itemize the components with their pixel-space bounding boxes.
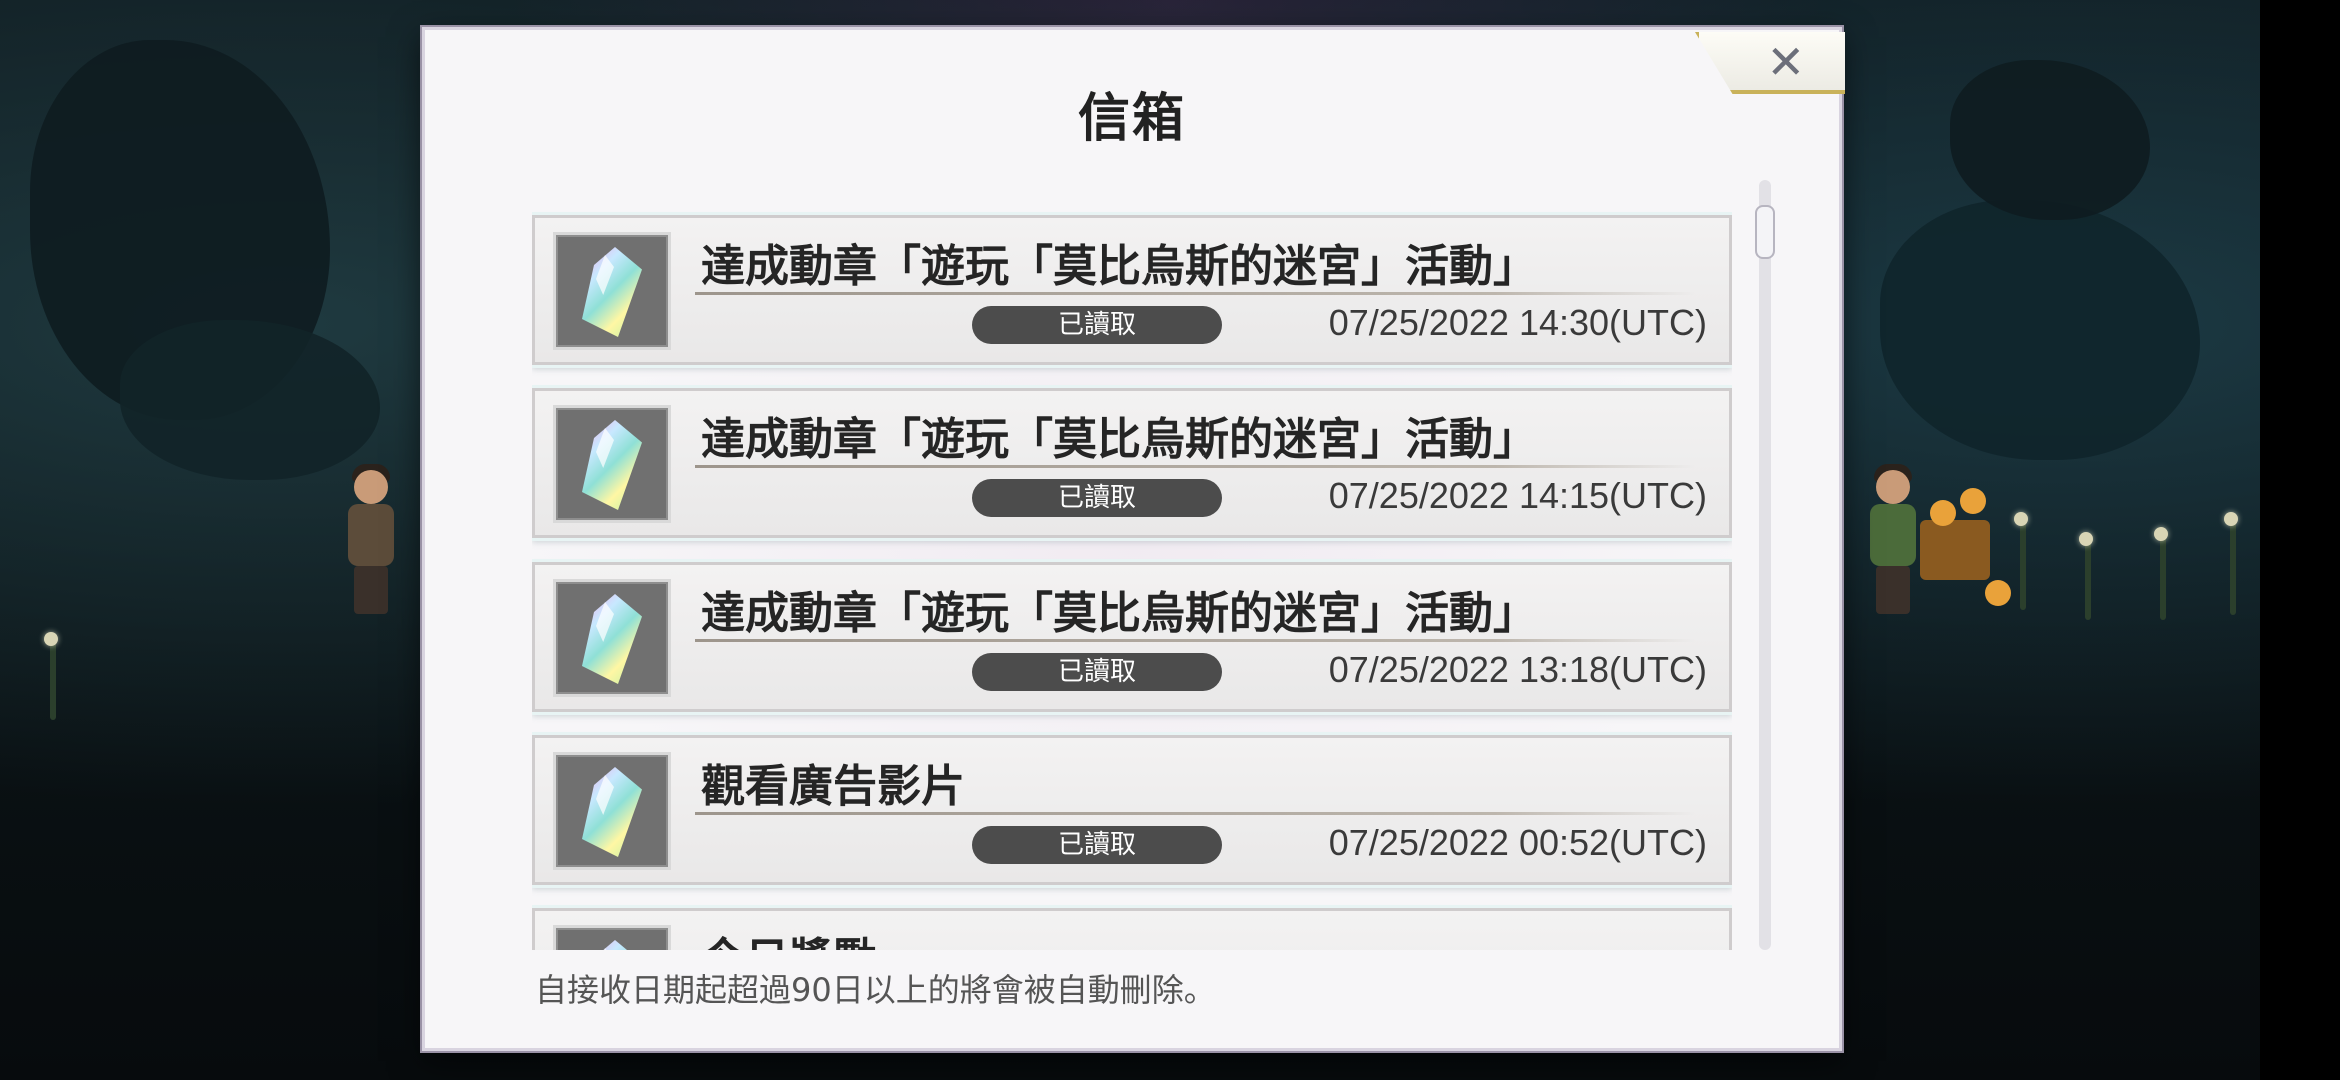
glow-flower bbox=[2079, 532, 2093, 546]
footer-note: 自接收日期起超過90日以上的將會被自動刪除。 bbox=[535, 971, 1216, 1009]
npc-body bbox=[1870, 504, 1916, 566]
plant-stem bbox=[50, 640, 56, 720]
close-icon: ✕ bbox=[1766, 35, 1805, 89]
mail-thumbnail bbox=[553, 232, 671, 350]
mail-thumbnail bbox=[553, 405, 671, 523]
mail-divider bbox=[695, 292, 1695, 295]
crystal-icon bbox=[582, 247, 642, 337]
read-status-badge: 已讀取 bbox=[972, 653, 1222, 691]
glow-flower bbox=[2224, 512, 2238, 526]
mail-item[interactable]: 達成動章「遊玩「莫比烏斯的迷宮」活動」 已讀取 07/25/2022 14:30… bbox=[532, 215, 1732, 365]
plant-stem bbox=[2085, 540, 2091, 620]
mail-title: 達成動章「遊玩「莫比烏斯的迷宮」活動」 bbox=[701, 414, 1537, 465]
treasure-crate bbox=[1920, 520, 1990, 580]
crystal-icon bbox=[582, 767, 642, 857]
mail-divider bbox=[695, 639, 1695, 642]
read-status-badge: 已讀取 bbox=[972, 479, 1222, 517]
game-screen: 信箱 ✕ 達成動章「遊玩「莫比烏斯的迷宮」活動」 已讀取 07/25/2022 … bbox=[0, 0, 2340, 1080]
crystal-icon bbox=[582, 594, 642, 684]
background-rock bbox=[1950, 60, 2150, 220]
scrollbar[interactable] bbox=[1755, 180, 1775, 950]
mail-list[interactable]: 達成動章「遊玩「莫比烏斯的迷宮」活動」 已讀取 07/25/2022 14:30… bbox=[532, 185, 1732, 950]
read-status-badge: 已讀取 bbox=[972, 306, 1222, 344]
mail-date: 07/25/2022 14:30(UTC) bbox=[1328, 302, 1707, 343]
scrollbar-thumb[interactable] bbox=[1755, 205, 1775, 259]
screen-edge-bar bbox=[2260, 0, 2340, 1080]
mail-title: 今日獎勵 bbox=[701, 923, 877, 950]
npc-head bbox=[354, 470, 388, 504]
background-rock bbox=[1880, 200, 2200, 460]
plant-stem bbox=[2160, 535, 2166, 620]
gold-orb bbox=[1960, 488, 1986, 514]
npc-character bbox=[340, 464, 400, 620]
mail-title: 觀看廣告影片 bbox=[701, 761, 965, 812]
mail-title: 達成動章「遊玩「莫比烏斯的迷宮」活動」 bbox=[701, 241, 1537, 292]
dialog-title: 信箱 bbox=[1077, 88, 1186, 149]
mail-title: 達成動章「遊玩「莫比烏斯的迷宮」活動」 bbox=[701, 588, 1537, 639]
mail-thumbnail bbox=[553, 925, 671, 950]
mail-date: 07/25/2022 13:18(UTC) bbox=[1328, 649, 1707, 690]
mail-divider bbox=[695, 812, 1695, 815]
mail-item[interactable]: 達成動章「遊玩「莫比烏斯的迷宮」活動」 已讀取 07/25/2022 13:18… bbox=[532, 562, 1732, 712]
npc-body bbox=[348, 504, 394, 566]
gold-orb bbox=[1985, 580, 2011, 606]
gold-orb bbox=[1930, 500, 1956, 526]
mail-date: 07/25/2022 14:15(UTC) bbox=[1328, 475, 1707, 516]
mail-item[interactable]: 觀看廣告影片 已讀取 07/25/2022 00:52(UTC) bbox=[532, 735, 1732, 885]
read-status-badge: 已讀取 bbox=[972, 826, 1222, 864]
plant-stem bbox=[2020, 520, 2026, 610]
background-rock bbox=[120, 320, 380, 480]
mail-divider bbox=[695, 465, 1695, 468]
mailbox-dialog: 信箱 ✕ 達成動章「遊玩「莫比烏斯的迷宮」活動」 已讀取 07/25/2022 … bbox=[422, 27, 1845, 1051]
glow-flower bbox=[44, 632, 58, 646]
glow-flower bbox=[2154, 527, 2168, 541]
glow-flower bbox=[2014, 512, 2028, 526]
mail-item[interactable]: 今日獎勵 bbox=[532, 908, 1732, 950]
npc-head bbox=[1876, 470, 1910, 504]
mail-date: 07/25/2022 00:52(UTC) bbox=[1328, 822, 1707, 863]
mail-item[interactable]: 達成動章「遊玩「莫比烏斯的迷宮」活動」 已讀取 07/25/2022 14:15… bbox=[532, 388, 1732, 538]
crystal-icon bbox=[582, 940, 642, 950]
mail-thumbnail bbox=[553, 752, 671, 870]
npc-character bbox=[1862, 464, 1922, 620]
mail-thumbnail bbox=[553, 579, 671, 697]
plant-stem bbox=[2230, 520, 2236, 615]
npc-legs bbox=[1876, 566, 1910, 614]
crystal-icon bbox=[582, 420, 642, 510]
npc-legs bbox=[354, 566, 388, 614]
